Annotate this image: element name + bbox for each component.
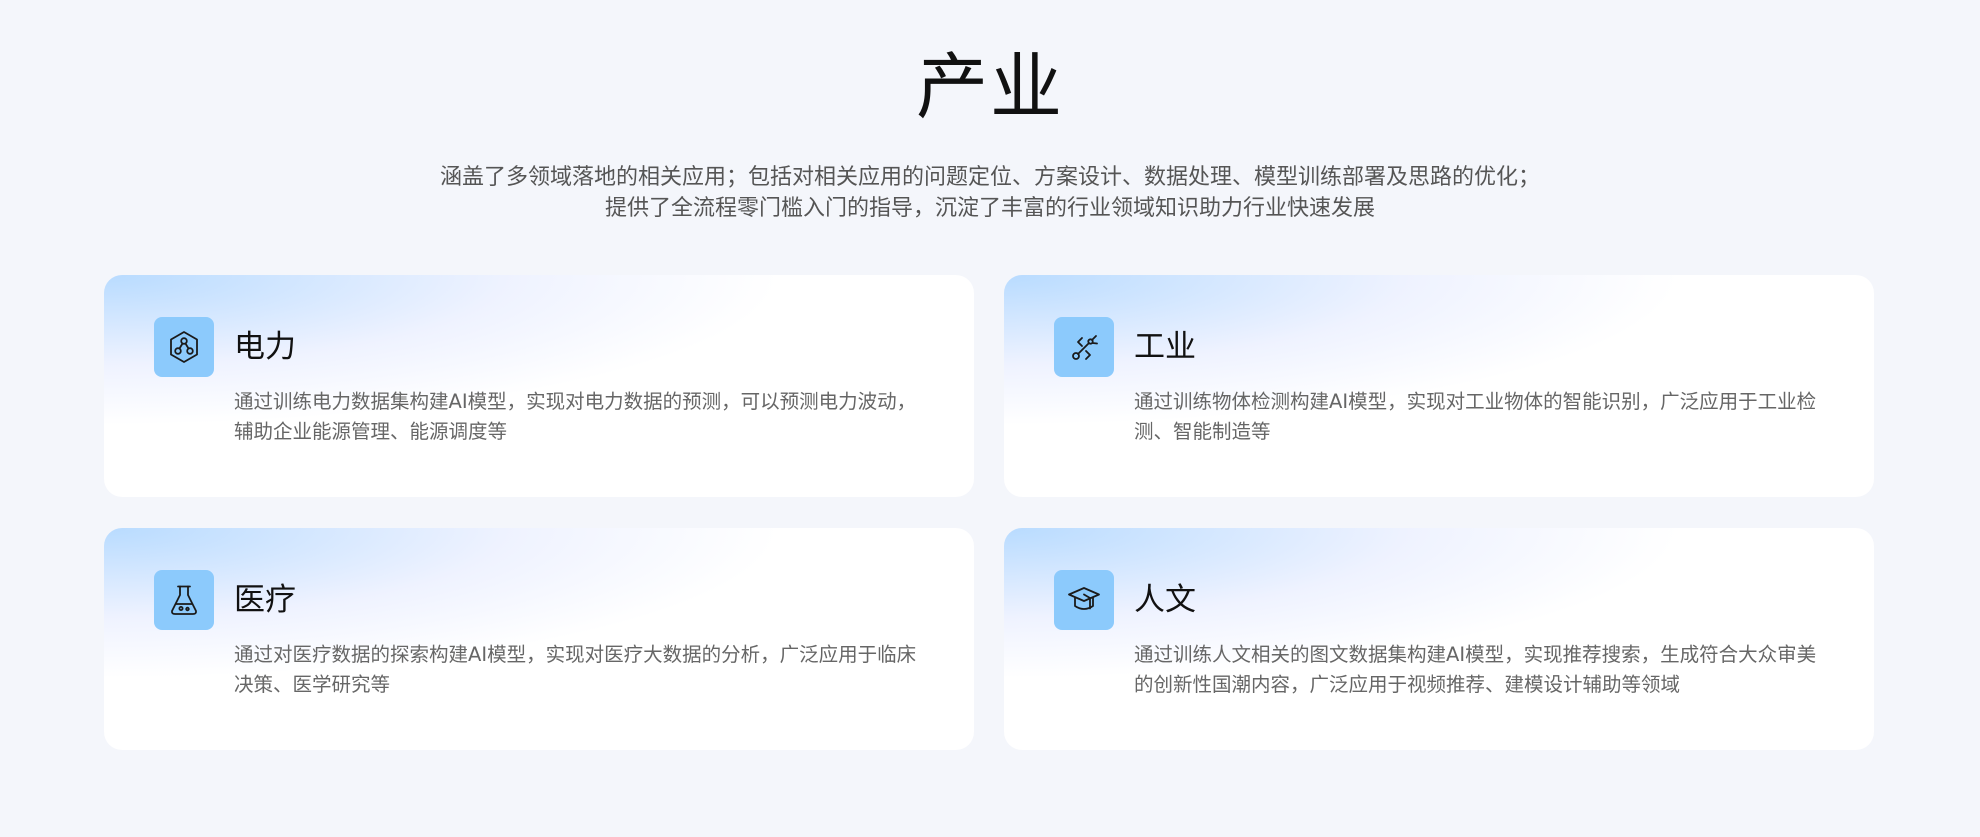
card-medical[interactable]: 医疗 通过对医疗数据的探索构建AI模型，实现对医疗大数据的分析，广泛应用于临床决… bbox=[104, 528, 974, 750]
card-electric-power[interactable]: 电力 通过训练电力数据集构建AI模型，实现对电力数据的预测，可以预测电力波动，辅… bbox=[104, 275, 974, 497]
card-title: 电力 bbox=[234, 329, 296, 365]
industry-section: 产业 涵盖了多领域落地的相关应用；包括对相关应用的问题定位、方案设计、数据处理、… bbox=[0, 0, 1980, 837]
flask-icon bbox=[154, 570, 214, 630]
subtitle-line-1: 涵盖了多领域落地的相关应用；包括对相关应用的问题定位、方案设计、数据处理、模型训… bbox=[439, 165, 1540, 190]
card-industrial[interactable]: 工业 通过训练物体检测构建AI模型，实现对工业物体的智能识别，广泛应用于工业检测… bbox=[1004, 275, 1874, 497]
hexagon-nodes-icon bbox=[154, 317, 214, 377]
card-description: 通过训练人文相关的图文数据集构建AI模型，实现推荐搜索，生成符合大众审美的创新性… bbox=[1134, 643, 1817, 696]
page-title: 产业 bbox=[915, 45, 1064, 129]
page-subtitle: 涵盖了多领域落地的相关应用；包括对相关应用的问题定位、方案设计、数据处理、模型训… bbox=[0, 162, 1980, 224]
card-description: 通过对医疗数据的探索构建AI模型，实现对医疗大数据的分析，广泛应用于临床决策、医… bbox=[234, 643, 917, 696]
card-description: 通过训练物体检测构建AI模型，实现对工业物体的智能识别，广泛应用于工业检测、智能… bbox=[1134, 390, 1817, 443]
card-title: 人文 bbox=[1134, 582, 1196, 618]
graduation-cap-icon bbox=[1054, 570, 1114, 630]
card-title: 医疗 bbox=[234, 582, 296, 618]
card-description: 通过训练电力数据集构建AI模型，实现对电力数据的预测，可以预测电力波动，辅助企业… bbox=[234, 390, 917, 443]
robot-arm-icon bbox=[1054, 317, 1114, 377]
card-title: 工业 bbox=[1134, 329, 1196, 365]
card-humanities[interactable]: 人文 通过训练人文相关的图文数据集构建AI模型，实现推荐搜索，生成符合大众审美的… bbox=[1004, 528, 1874, 750]
subtitle-line-2: 提供了全流程零门槛入门的指导，沉淀了丰富的行业领域知识助力行业快速发展 bbox=[604, 196, 1375, 221]
industry-card-grid: 电力 通过训练电力数据集构建AI模型，实现对电力数据的预测，可以预测电力波动，辅… bbox=[104, 275, 1875, 750]
